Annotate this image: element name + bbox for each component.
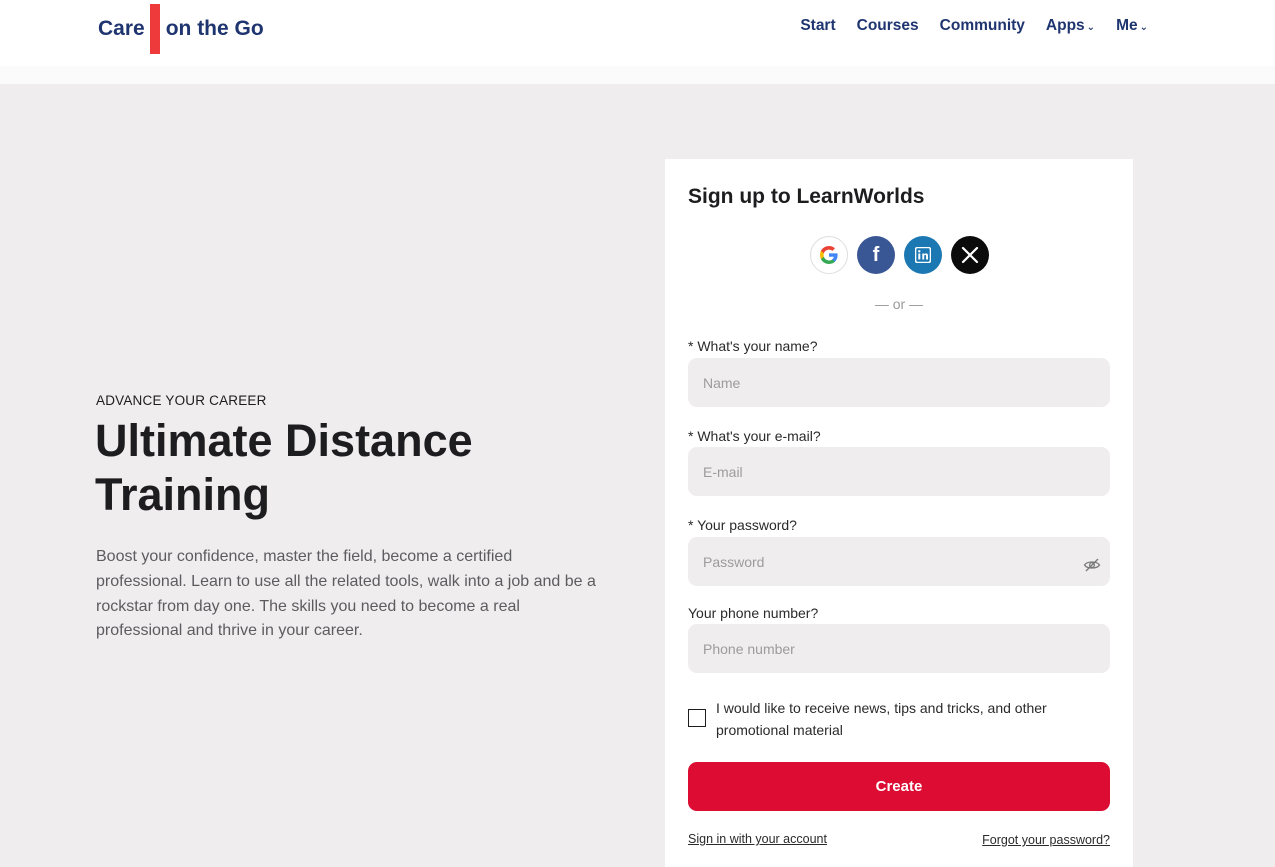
- eye-off-icon[interactable]: [1083, 556, 1101, 574]
- phone-input[interactable]: [688, 624, 1110, 673]
- nav-me[interactable]: Me ⌄: [1116, 17, 1148, 35]
- nav-start[interactable]: Start: [800, 17, 835, 35]
- facebook-icon: f: [872, 243, 880, 266]
- main-nav: Start Courses Community Apps ⌄ Me ⌄: [779, 17, 1148, 35]
- google-signin-button[interactable]: [810, 236, 848, 274]
- linkedin-icon: [915, 247, 931, 263]
- newsletter-checkbox[interactable]: [688, 709, 706, 727]
- forgot-password-link[interactable]: Forgot your password?: [982, 833, 1110, 847]
- signup-title: Sign up to LearnWorlds: [688, 185, 925, 208]
- or-divider: — or —: [874, 296, 924, 312]
- signin-link[interactable]: Sign in with your account: [688, 832, 827, 846]
- google-icon: [820, 246, 838, 264]
- social-login-group: f: [810, 236, 989, 274]
- header-divider: [0, 66, 1275, 84]
- name-label: * What's your name?: [688, 338, 818, 354]
- logo-text-right: on the Go: [165, 17, 264, 40]
- password-input[interactable]: [688, 537, 1110, 586]
- logo-text-left: Care: [98, 17, 145, 40]
- hero-eyebrow: ADVANCE YOUR CAREER: [96, 393, 267, 408]
- email-input[interactable]: [688, 447, 1110, 496]
- password-label: * Your password?: [688, 517, 797, 533]
- x-signin-button[interactable]: [951, 236, 989, 274]
- nav-apps[interactable]: Apps ⌄: [1046, 17, 1095, 35]
- hero-title: Ultimate Distance Training: [95, 415, 473, 520]
- nav-courses[interactable]: Courses: [857, 17, 919, 35]
- email-label: * What's your e-mail?: [688, 428, 821, 444]
- create-account-button[interactable]: Create: [688, 762, 1110, 811]
- site-header: Care on the Go Start Courses Community A…: [0, 0, 1275, 66]
- chevron-down-icon: ⌄: [1139, 21, 1148, 33]
- newsletter-label: I would like to receive news, tips and t…: [716, 700, 1047, 738]
- logo-accent-bar: [149, 4, 160, 54]
- linkedin-signin-button[interactable]: [904, 236, 942, 274]
- site-logo[interactable]: Care on the Go: [98, 4, 264, 54]
- nav-community[interactable]: Community: [940, 17, 1025, 35]
- signup-card: Sign up to LearnWorlds f — or — * What's…: [665, 159, 1133, 867]
- name-input[interactable]: [688, 358, 1110, 407]
- facebook-signin-button[interactable]: f: [857, 236, 895, 274]
- phone-label: Your phone number?: [688, 605, 819, 621]
- chevron-down-icon: ⌄: [1086, 21, 1096, 33]
- hero-description: Boost your confidence, master the field,…: [96, 548, 596, 640]
- x-icon: [961, 246, 979, 264]
